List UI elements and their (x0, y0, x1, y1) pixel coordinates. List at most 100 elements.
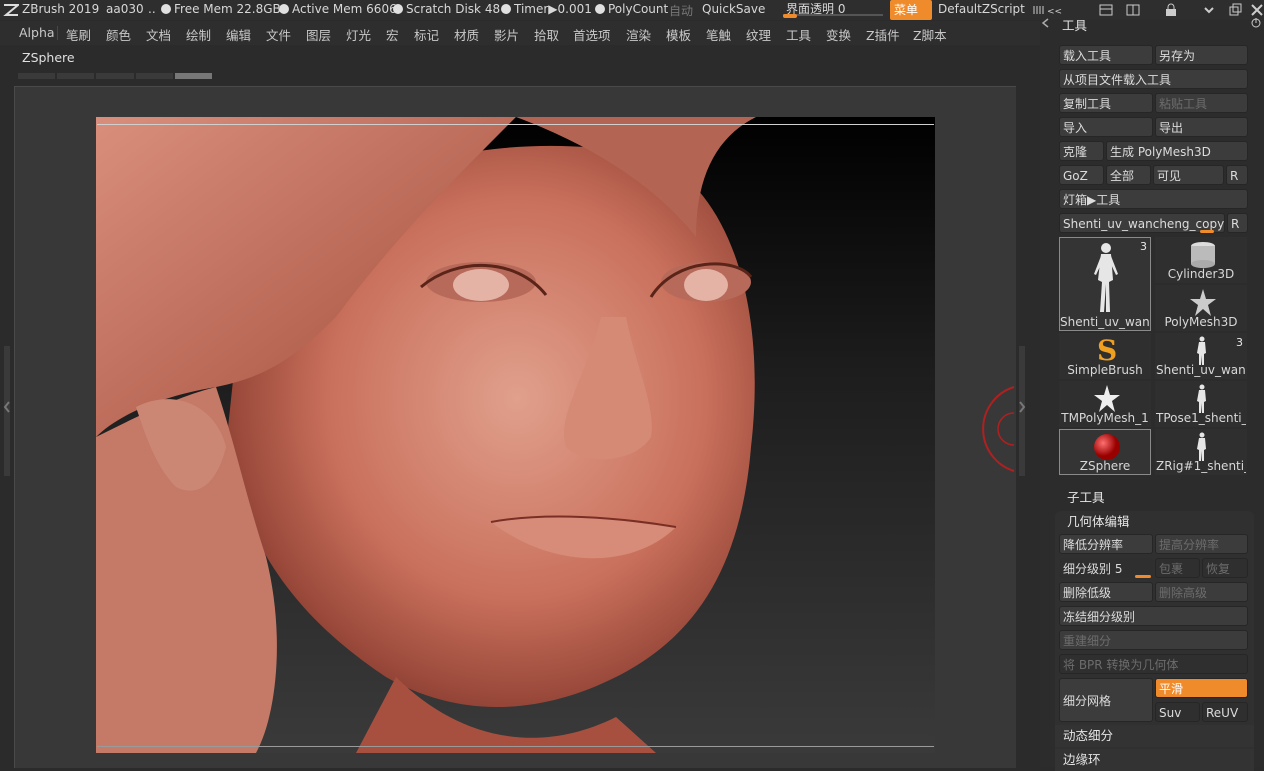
file-name: aa030 (106, 2, 144, 16)
menu-item[interactable]: 首选项 (573, 25, 611, 44)
transparency-slider-track[interactable] (783, 14, 883, 16)
dynamic-subdiv-section[interactable]: 动态细分 (1055, 725, 1254, 747)
menu-item[interactable]: 材质 (454, 25, 479, 44)
menu-item[interactable]: 标记 (414, 25, 439, 44)
subtool-section[interactable]: 子工具 (1059, 487, 1248, 509)
delete-higher-button[interactable]: 删除高级 (1155, 582, 1248, 602)
lightbox-tool-button[interactable]: 灯箱▶工具 (1059, 189, 1248, 209)
menu-item[interactable]: 宏 (386, 25, 399, 44)
menu-item[interactable]: 笔触 (706, 25, 731, 44)
close-icon[interactable] (1250, 3, 1264, 17)
svg-text:S: S (1097, 334, 1117, 366)
menu-item[interactable]: 绘制 (186, 25, 211, 44)
transparency-slider-knob[interactable] (783, 14, 797, 18)
figure-icon (1197, 336, 1206, 365)
menu-item[interactable]: 图层 (306, 25, 331, 44)
edge-loop-section[interactable]: 边缘环 (1055, 749, 1254, 771)
sdiv-slider-knob[interactable] (1135, 575, 1151, 578)
menu-item[interactable]: Alpha (19, 25, 55, 40)
tool-label: ZRig#1_shenti_ (1156, 459, 1246, 473)
clone-button[interactable]: 克隆 (1059, 141, 1104, 161)
load-tool-button[interactable]: 载入工具 (1059, 45, 1153, 65)
tool-thumb[interactable]: 3 Shenti_uv_wanc (1155, 333, 1247, 379)
divide-button[interactable]: 细分网格 (1059, 678, 1153, 722)
shelf-tabs[interactable] (18, 73, 213, 79)
reuv-toggle[interactable]: ReUV (1202, 702, 1248, 722)
tool-thumb[interactable]: TMPolyMesh_1 (1059, 381, 1151, 427)
auto-label: 自动 (669, 4, 694, 18)
export-button[interactable]: 导出 (1155, 117, 1248, 137)
sculpt-canvas[interactable] (96, 117, 935, 753)
layout2-icon[interactable] (1124, 3, 1144, 17)
navigation-gizmo-icon[interactable] (966, 383, 1026, 475)
menu-item[interactable]: 纹理 (746, 25, 771, 44)
tool-thumb[interactable]: ZSphere (1059, 429, 1151, 475)
menu-item[interactable]: 渲染 (626, 25, 651, 44)
quicksave-button[interactable]: QuickSave (702, 2, 765, 16)
dot-icon (279, 4, 289, 14)
tool-thumb[interactable]: TPose1_shenti_ (1155, 381, 1247, 427)
copy-tool-button[interactable]: 复制工具 (1059, 93, 1153, 113)
smooth-toggle[interactable]: 平滑 (1155, 678, 1248, 698)
chevron-left-icon[interactable] (3, 400, 11, 414)
menu-item[interactable]: 工具 (786, 25, 811, 44)
menu-item[interactable]: 文档 (146, 25, 171, 44)
menu-item[interactable]: 编辑 (226, 25, 251, 44)
subtool-name: ZSphere (22, 50, 75, 65)
palette-title: 工具 (1062, 18, 1088, 33)
cage-button[interactable]: 包裹 (1155, 558, 1200, 578)
menu-item[interactable]: 变换 (826, 25, 851, 44)
menu-item[interactable]: 模板 (666, 25, 691, 44)
menu-button[interactable]: 菜单 (890, 0, 932, 20)
current-tool-slider-knob[interactable] (1200, 230, 1214, 233)
restore-button[interactable]: 恢复 (1202, 558, 1248, 578)
tool-label: TMPolyMesh_1 (1061, 411, 1149, 425)
goz-button[interactable]: GoZ (1059, 165, 1104, 185)
menu-item[interactable]: Z脚本 (913, 25, 947, 44)
reconstruct-subdiv-button[interactable]: 重建细分 (1059, 630, 1248, 650)
bpr-to-geo-button[interactable]: 将 BPR 转换为几何体 (1059, 654, 1248, 674)
geometry-section[interactable]: 几何体编辑 (1059, 511, 1248, 533)
layout-icon[interactable] (1097, 3, 1117, 17)
dot-icon (161, 4, 171, 14)
restore-icon[interactable] (1228, 3, 1242, 17)
power-icon[interactable] (1250, 17, 1262, 29)
menu-item[interactable]: 影片 (494, 25, 519, 44)
app-title: ZBrush 2019 (22, 2, 100, 16)
suv-toggle[interactable]: Suv (1155, 702, 1200, 722)
delete-lower-button[interactable]: 删除低级 (1059, 582, 1153, 602)
tool-r-button[interactable]: R (1227, 213, 1248, 233)
freeze-subdivision-button[interactable]: 冻结细分级别 (1059, 606, 1248, 626)
higher-res-button[interactable]: 提高分辨率 (1155, 534, 1248, 554)
tool-thumb[interactable]: S SimpleBrush (1059, 333, 1151, 379)
menu-item[interactable]: 灯光 (346, 25, 371, 44)
tool-thumb[interactable]: ZRig#1_shenti_ (1155, 429, 1247, 475)
menu-item[interactable]: 颜色 (106, 25, 131, 44)
chevron-down-icon[interactable] (1202, 3, 1216, 17)
default-zscript[interactable]: DefaultZScript (938, 2, 1025, 16)
paste-tool-button[interactable]: 粘贴工具 (1155, 93, 1248, 113)
tool-thumb[interactable]: Cylinder3D (1155, 237, 1247, 283)
lower-res-button[interactable]: 降低分辨率 (1059, 534, 1153, 554)
goz-all-button[interactable]: 全部 (1106, 165, 1151, 185)
import-button[interactable]: 导入 (1059, 117, 1153, 137)
star-icon (1190, 289, 1216, 316)
menu-item[interactable]: 拾取 (534, 25, 559, 44)
lock-icon[interactable] (1164, 3, 1178, 17)
make-polymesh-button[interactable]: 生成 PolyMesh3D (1106, 141, 1248, 161)
menu-item[interactable]: 文件 (266, 25, 291, 44)
chevron-left-icon[interactable] (1040, 17, 1052, 29)
menu-item[interactable]: 笔刷 (66, 25, 91, 44)
cylinder-icon (1191, 242, 1215, 268)
svg-text:<<: << (1047, 7, 1062, 16)
tool-thumb[interactable]: PolyMesh3D (1155, 285, 1247, 331)
scratch-disk: Scratch Disk 48 (406, 2, 501, 16)
save-as-button[interactable]: 另存为 (1155, 45, 1248, 65)
star-icon (1094, 385, 1120, 412)
tool-palette: 工具 载入工具 另存为 从项目文件载入工具 复制工具 粘贴工具 导入 导出 克隆… (1040, 18, 1264, 771)
goz-visible-button[interactable]: 可见 (1153, 165, 1224, 185)
load-from-project-button[interactable]: 从项目文件载入工具 (1059, 69, 1248, 89)
tool-thumb[interactable]: 3 Shenti_uv_wanc (1059, 237, 1151, 331)
goz-r-button[interactable]: R (1226, 165, 1248, 185)
menu-item[interactable]: Z插件 (866, 25, 900, 44)
